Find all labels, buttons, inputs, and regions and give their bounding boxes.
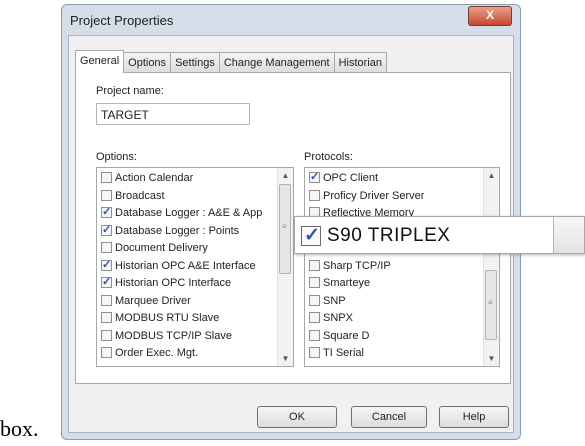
s90-triplex-checkbox[interactable] xyxy=(301,224,321,247)
tab-change-management[interactable]: Change Management xyxy=(218,52,335,73)
protocol-item-label: Proficy Driver Server xyxy=(323,189,425,202)
protocols-listbox[interactable]: TI Serial Square D SNPX SNP Smarteye Sharp TC… xyxy=(304,167,500,367)
grip-icon: ≡ xyxy=(282,222,287,231)
protocol-list-item[interactable]: Sharp TCP/IP xyxy=(309,259,391,275)
option-item-label: Database Logger : A&E & App xyxy=(115,207,263,219)
protocol-item-label: Square D xyxy=(323,329,370,342)
option-item-checkbox[interactable] xyxy=(101,242,112,253)
protocol-list-item[interactable]: Square D xyxy=(309,329,369,345)
protocol-item-label: Smarteye xyxy=(323,277,371,289)
options-scroll-thumb[interactable]: ≡ xyxy=(279,184,291,274)
dialog-title: Project Properties xyxy=(70,13,174,28)
option-list-item[interactable]: MODBUS TCP/IP Slave xyxy=(101,329,232,345)
protocol-item-checkbox[interactable] xyxy=(309,189,320,201)
option-item-label: Action Calendar xyxy=(115,172,194,184)
project-name-label: Project name: xyxy=(96,85,164,97)
option-item-label: Marquee Driver xyxy=(115,294,191,307)
option-item-checkbox[interactable] xyxy=(101,294,112,306)
protocol-item-label: Sharp TCP/IP xyxy=(323,259,391,272)
protocols-scroll-thumb[interactable]: ≡ xyxy=(485,270,497,340)
option-list-item[interactable]: Marquee Driver xyxy=(101,294,191,310)
option-item-checkbox[interactable] xyxy=(101,206,112,220)
tab-options[interactable]: Options xyxy=(123,52,172,73)
protocol-item-label: SNPX xyxy=(323,312,353,324)
scroll-up-icon[interactable]: ▲ xyxy=(484,168,499,183)
option-item-label: Database Logger : Points xyxy=(115,224,240,237)
protocols-scrollbar[interactable]: ▲ ≡ ▼ xyxy=(483,168,499,366)
scroll-up-icon[interactable]: ▲ xyxy=(278,168,293,183)
option-item-label: Historian OPC Interface xyxy=(115,277,232,289)
protocol-list-item[interactable]: Smarteye xyxy=(309,276,370,292)
protocol-item-label: SNP xyxy=(323,294,346,307)
option-item-checkbox[interactable] xyxy=(101,259,112,273)
options-scrollbar[interactable]: ▲ ≡ ▼ xyxy=(277,168,293,366)
cancel-button[interactable]: Cancel xyxy=(351,406,427,428)
protocol-item-checkbox[interactable] xyxy=(309,277,320,288)
page-caption: box. xyxy=(0,416,39,441)
s90-triplex-label: S90 TRIPLEX xyxy=(327,225,451,246)
option-list-item[interactable]: Database Logger : A&E & App xyxy=(101,206,262,222)
tab-historian[interactable]: Historian xyxy=(333,52,388,73)
grip-icon: ≡ xyxy=(488,298,493,307)
option-list-item[interactable]: Historian OPC A&E Interface xyxy=(101,259,256,275)
option-list-item[interactable]: Database Logger : Points xyxy=(101,224,239,240)
option-list-item[interactable]: Broadcast xyxy=(101,189,165,205)
protocol-item-label: OPC Client xyxy=(323,172,379,184)
protocol-list-item[interactable]: OPC Client xyxy=(309,171,378,187)
option-item-checkbox[interactable] xyxy=(101,312,112,323)
protocol-item-label: TI Serial xyxy=(323,347,364,359)
close-icon: X xyxy=(485,8,494,22)
option-item-checkbox[interactable] xyxy=(101,172,112,183)
tab-strip: General Options Settings Change Manageme… xyxy=(75,50,388,73)
s90-triplex-zoom-callout[interactable]: S90 TRIPLEX xyxy=(294,216,585,254)
option-list-item[interactable]: Historian OPC Interface xyxy=(101,276,231,292)
tab-settings[interactable]: Settings xyxy=(170,52,220,73)
protocol-item-checkbox[interactable] xyxy=(309,171,320,185)
ok-button[interactable]: OK xyxy=(257,406,337,428)
option-item-label: MODBUS RTU Slave xyxy=(115,312,220,324)
protocol-item-checkbox[interactable] xyxy=(309,259,320,271)
option-item-checkbox[interactable] xyxy=(101,329,112,341)
protocol-list-item[interactable]: Proficy Driver Server xyxy=(309,189,424,205)
help-button[interactable]: Help xyxy=(439,406,509,428)
scroll-down-icon[interactable]: ▼ xyxy=(484,351,499,366)
tab-general[interactable]: General xyxy=(75,50,125,73)
options-listbox[interactable]: Order Exec. Mgt. MODBUS TCP/IP Slave MODBU… xyxy=(96,167,294,367)
protocol-item-checkbox[interactable] xyxy=(309,312,320,323)
option-list-item[interactable]: Document Delivery xyxy=(101,241,208,257)
option-item-checkbox[interactable] xyxy=(101,189,112,201)
option-list-item[interactable]: MODBUS RTU Slave xyxy=(101,311,219,327)
protocol-item-checkbox[interactable] xyxy=(309,294,320,306)
scroll-down-icon[interactable]: ▼ xyxy=(278,351,293,366)
option-item-label: MODBUS TCP/IP Slave xyxy=(115,329,232,342)
option-item-label: Historian OPC A&E Interface xyxy=(115,259,256,272)
protocol-item-checkbox[interactable] xyxy=(309,347,320,358)
option-item-checkbox[interactable] xyxy=(101,347,112,358)
option-item-checkbox[interactable] xyxy=(101,276,112,290)
title-bar: Project Properties X xyxy=(62,5,520,35)
protocol-list-item[interactable]: TI Serial xyxy=(309,346,364,362)
option-item-label: Document Delivery xyxy=(115,242,208,254)
protocol-list-item[interactable]: SNP xyxy=(309,294,346,310)
option-list-item[interactable]: Action Calendar xyxy=(101,171,193,187)
options-label: Options: xyxy=(96,151,137,163)
option-item-label: Order Exec. Mgt. xyxy=(115,347,199,359)
option-item-checkbox[interactable] xyxy=(101,224,112,238)
option-item-label: Broadcast xyxy=(115,189,165,202)
protocol-item-checkbox[interactable] xyxy=(309,329,320,341)
option-list-item[interactable]: Order Exec. Mgt. xyxy=(101,346,198,362)
zoom-scrollbar-fragment xyxy=(553,217,584,253)
protocol-list-item[interactable]: SNPX xyxy=(309,311,353,327)
protocols-label: Protocols: xyxy=(304,151,353,163)
project-name-input[interactable]: TARGET xyxy=(96,103,250,125)
close-button[interactable]: X xyxy=(468,6,512,26)
